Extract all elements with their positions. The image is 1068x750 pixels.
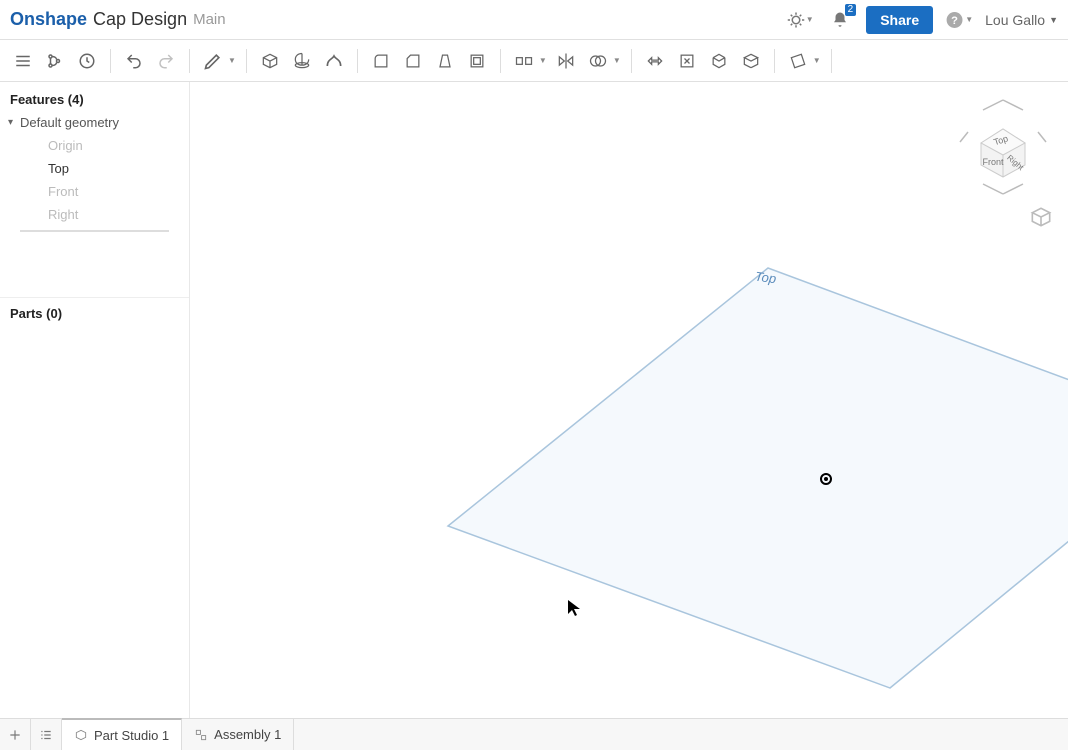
shell-button[interactable]: [462, 46, 492, 76]
tab-part-studio-1[interactable]: Part Studio 1: [62, 718, 182, 750]
bug-icon[interactable]: ▼: [786, 6, 814, 34]
logo: Onshape: [10, 9, 87, 30]
version-graph-icon[interactable]: [40, 46, 70, 76]
branch-name[interactable]: Main: [193, 11, 226, 28]
default-geometry-row[interactable]: ▾ Default geometry: [0, 111, 189, 134]
rollback-bar[interactable]: [20, 230, 169, 232]
draft-button[interactable]: [430, 46, 460, 76]
sketch-button[interactable]: [198, 46, 228, 76]
boolean-button[interactable]: [583, 46, 613, 76]
delete-face-button[interactable]: [672, 46, 702, 76]
chevron-down-icon: ▼: [1049, 15, 1058, 25]
graphics-canvas[interactable]: Top Top Front Ri: [190, 82, 1068, 718]
add-tab-button[interactable]: [0, 719, 31, 750]
features-header[interactable]: Features (4): [0, 88, 189, 111]
plane-label: Top: [754, 269, 777, 287]
sweep-button[interactable]: [319, 46, 349, 76]
feature-right[interactable]: Right: [0, 203, 189, 226]
chevron-down-icon: ▾: [8, 117, 20, 128]
import-button[interactable]: [736, 46, 766, 76]
user-name: Lou Gallo: [985, 12, 1045, 28]
menu-icon[interactable]: [8, 46, 38, 76]
part-studio-icon: [74, 728, 88, 742]
chevron-down-icon[interactable]: ▼: [613, 56, 621, 65]
origin-point[interactable]: [819, 472, 833, 486]
view-mode-icon[interactable]: [1028, 204, 1058, 234]
svg-text:?: ?: [951, 14, 958, 26]
tabs-bar: Part Studio 1 Assembly 1: [0, 718, 1068, 750]
transform-button[interactable]: [640, 46, 670, 76]
help-icon[interactable]: ? ▼: [945, 6, 973, 34]
user-menu[interactable]: Lou Gallo ▼: [985, 12, 1058, 28]
mirror-button[interactable]: [551, 46, 581, 76]
app-header: Onshape Cap Design Main ▼ 2 Share ? ▼ Lo…: [0, 0, 1068, 40]
fillet-button[interactable]: [366, 46, 396, 76]
revolve-button[interactable]: [287, 46, 317, 76]
chevron-down-icon[interactable]: ▼: [813, 56, 821, 65]
tab-label: Assembly 1: [214, 727, 281, 742]
default-geometry-label: Default geometry: [20, 115, 119, 130]
tab-label: Part Studio 1: [94, 728, 169, 743]
feature-top[interactable]: Top: [0, 157, 189, 180]
parts-header[interactable]: Parts (0): [0, 298, 189, 718]
tab-assembly-1[interactable]: Assembly 1: [182, 719, 294, 750]
assembly-icon: [194, 728, 208, 742]
top-plane[interactable]: [190, 82, 1068, 718]
share-button[interactable]: Share: [866, 6, 933, 34]
notification-badge: 2: [845, 4, 857, 16]
pattern-button[interactable]: [509, 46, 539, 76]
feature-sidebar: Features (4) ▾ Default geometry Origin T…: [0, 82, 190, 718]
redo-button[interactable]: [151, 46, 181, 76]
view-cube[interactable]: Top Front Right: [948, 92, 1058, 202]
document-title[interactable]: Cap Design: [93, 9, 187, 30]
tab-list-button[interactable]: [31, 719, 62, 750]
chevron-down-icon[interactable]: ▼: [539, 56, 547, 65]
chevron-down-icon[interactable]: ▼: [228, 56, 236, 65]
move-face-button[interactable]: [704, 46, 734, 76]
undo-button[interactable]: [119, 46, 149, 76]
toolbar: ▼ ▼ ▼ ▼: [0, 40, 1068, 82]
chamfer-button[interactable]: [398, 46, 428, 76]
main-area: Features (4) ▾ Default geometry Origin T…: [0, 82, 1068, 718]
plane-button[interactable]: [783, 46, 813, 76]
history-icon[interactable]: [72, 46, 102, 76]
cursor-icon: [567, 599, 581, 617]
extrude-button[interactable]: [255, 46, 285, 76]
feature-front[interactable]: Front: [0, 180, 189, 203]
notifications-icon[interactable]: 2: [826, 6, 854, 34]
feature-origin[interactable]: Origin: [0, 134, 189, 157]
cube-front-label: Front: [982, 157, 1004, 167]
